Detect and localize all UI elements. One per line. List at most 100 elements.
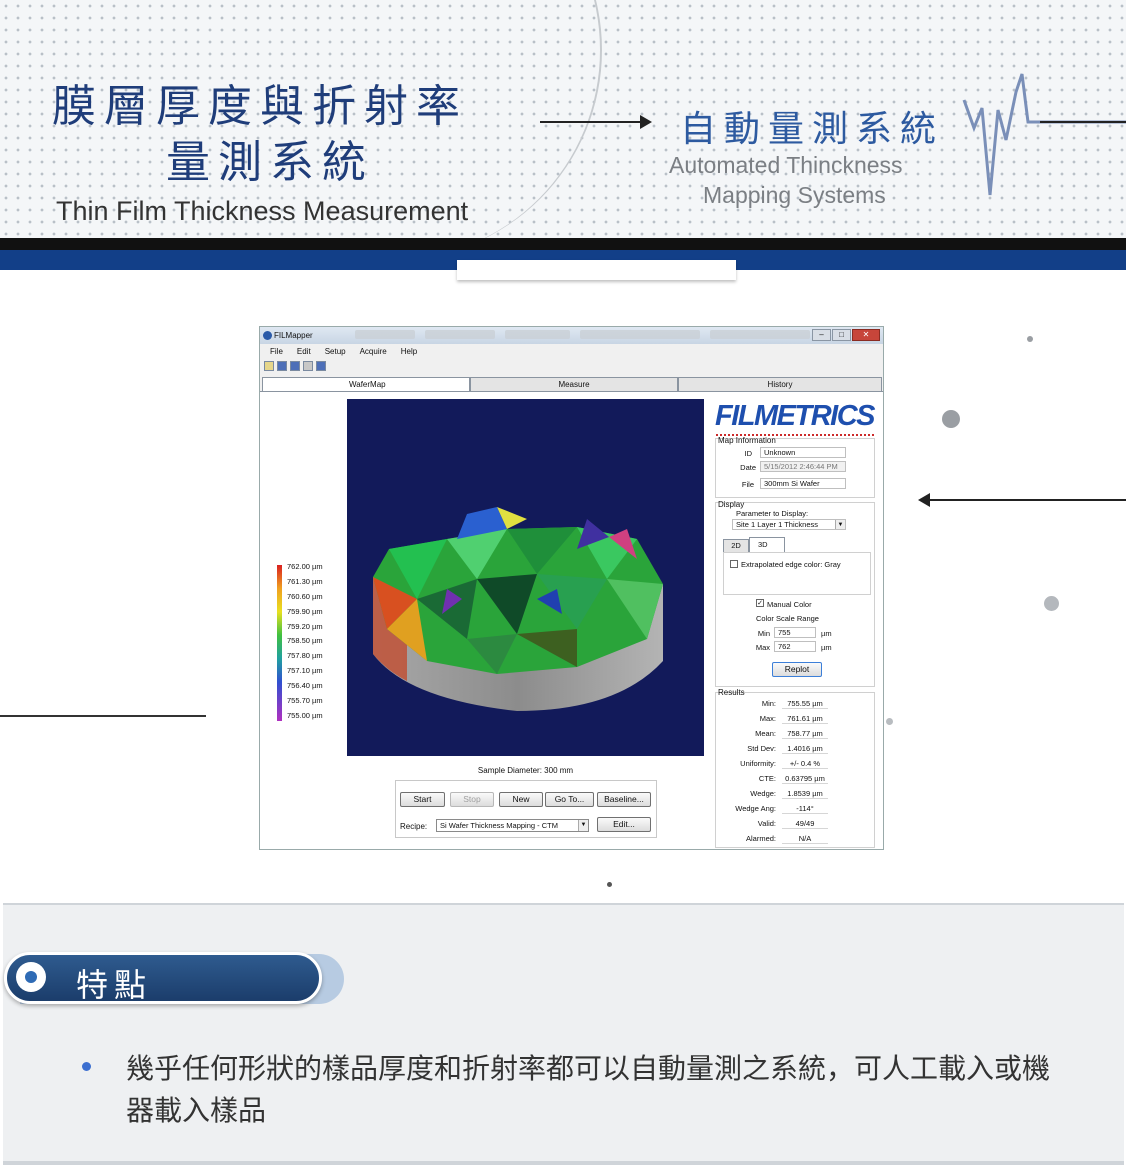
manual-color-label: Manual Color [767, 600, 812, 609]
copy-icon[interactable] [303, 361, 313, 371]
legend-label: 758.50 µm [287, 636, 323, 646]
open-folder-icon[interactable] [264, 361, 274, 371]
result-value: N/A [782, 833, 828, 844]
result-value: 1.4016 µm [782, 743, 828, 754]
decor-dot [1044, 596, 1059, 611]
arrow-right-icon [540, 121, 646, 123]
wafer-render [373, 507, 663, 711]
wafermap-panel: 762.00 µm 761.30 µm 760.60 µm 759.90 µm … [260, 391, 883, 849]
id-field: Unknown [760, 447, 846, 458]
legend-label: 759.90 µm [287, 606, 323, 616]
baseline-button[interactable]: Baseline... [597, 792, 651, 807]
start-button[interactable]: Start [400, 792, 445, 807]
result-value: 755.55 µm [782, 698, 828, 709]
result-label: Wedge Ang: [735, 804, 776, 813]
results-title: Results [718, 688, 745, 697]
max-field[interactable]: 762 [774, 641, 816, 652]
taskbar-blur [580, 330, 700, 339]
print-icon[interactable] [290, 361, 300, 371]
window-controls: – □ ✕ [812, 329, 880, 341]
result-value: +/- 0.4 % [782, 758, 828, 769]
param-select[interactable]: Site 1 Layer 1 Thickness ▼ [732, 519, 846, 530]
result-label: Wedge: [750, 789, 776, 798]
feature-item: 幾乎任何形狀的樣品厚度和折射率都可以自動量測之系統，可人工載入或機器載入樣品 [126, 1052, 1051, 1127]
signal-wave-icon [962, 73, 1126, 196]
max-unit: µm [821, 643, 832, 652]
result-label: Alarmed: [745, 834, 776, 843]
tab-2d[interactable]: 2D [723, 539, 749, 552]
wafer-map-3d[interactable] [347, 399, 704, 756]
tab-history[interactable]: History [678, 377, 882, 392]
result-value: 1.8539 µm [782, 788, 828, 799]
chevron-down-icon: ▼ [835, 520, 845, 529]
taskbar-blur [425, 330, 495, 339]
result-label: Uniformity: [740, 759, 776, 768]
goto-button[interactable]: Go To... [545, 792, 594, 807]
subtitle-en-line1: Automated Thinckness [669, 152, 903, 178]
menu-edit[interactable]: Edit [297, 345, 311, 359]
title-cn-line1: 膜層厚度與折射率 [52, 81, 468, 132]
recipe-select[interactable]: Si Wafer Thickness Mapping - CTM ▼ [436, 819, 589, 832]
bullet-icon [82, 1062, 91, 1071]
taskbar-blur [355, 330, 415, 339]
chevron-down-icon: ▼ [578, 820, 588, 831]
tab-wafermap[interactable]: WaferMap [262, 377, 470, 392]
display-title: Display [718, 500, 745, 509]
max-label: Max [755, 643, 770, 652]
new-button[interactable]: New [499, 792, 543, 807]
save-icon[interactable] [277, 361, 287, 371]
minimize-button[interactable]: – [812, 329, 831, 341]
menu-help[interactable]: Help [401, 345, 417, 359]
decor-dot [1027, 336, 1033, 342]
title-en: Thin Film Thickness Measurement [56, 196, 469, 226]
recipe-value: Si Wafer Thickness Mapping - CTM [440, 821, 558, 830]
decor-dot [607, 882, 612, 887]
sample-diameter: Sample Diameter: 300 mm [477, 766, 574, 775]
result-value: -114° [782, 803, 828, 814]
result-value: 49/49 [782, 818, 828, 829]
menu-file[interactable]: File [270, 345, 283, 359]
manual-color-checkbox[interactable]: ✓ [756, 599, 764, 607]
legend-label: 757.80 µm [287, 651, 323, 661]
edit-button[interactable]: Edit... [597, 817, 651, 832]
menu-setup[interactable]: Setup [325, 345, 346, 359]
features-heading-pill [4, 952, 322, 1004]
result-label: Max: [759, 714, 776, 723]
legend-label: 761.30 µm [287, 576, 323, 586]
stop-button[interactable]: Stop [450, 792, 494, 807]
result-label: Min: [761, 699, 776, 708]
result-label: Valid: [757, 819, 776, 828]
decor-dot [942, 410, 960, 428]
menu-bar: File Edit Setup Acquire Help [260, 345, 883, 359]
header-band-dark [0, 238, 1126, 250]
tab-measure[interactable]: Measure [470, 377, 678, 392]
close-button[interactable]: ✕ [852, 329, 880, 341]
legend-label: 756.40 µm [287, 681, 323, 691]
param-label: Parameter to Display: [736, 509, 809, 518]
param-value: Site 1 Layer 1 Thickness [736, 520, 818, 529]
replot-button[interactable]: Replot [772, 662, 822, 677]
export-icon[interactable] [316, 361, 326, 371]
subtitle-en-line2: Mapping Systems [703, 182, 886, 208]
legend-labels: 762.00 µm 761.30 µm 760.60 µm 759.90 µm … [287, 560, 347, 724]
min-field[interactable]: 755 [774, 627, 816, 638]
features-bottom-border [3, 1161, 1124, 1165]
arrow-left-head-icon [918, 493, 930, 507]
menu-acquire[interactable]: Acquire [360, 345, 387, 359]
header-tab [457, 260, 736, 280]
maximize-button[interactable]: □ [832, 329, 851, 341]
date-field: 5/15/2012 2:46:44 PM [760, 461, 846, 472]
app-window: FILMapper – □ ✕ File Edit Setup Acquire … [259, 326, 884, 850]
legend-label: 755.00 µm [287, 710, 323, 720]
file-field: 300mm Si Wafer [760, 478, 846, 489]
min-unit: µm [821, 629, 832, 638]
recipe-label: Recipe: [400, 822, 428, 831]
result-label: CTE: [758, 774, 776, 783]
legend-label: 755.70 µm [287, 696, 323, 706]
tab-3d[interactable]: 3D [749, 537, 785, 552]
arrow-left-icon [926, 499, 1126, 501]
app-icon [263, 331, 272, 340]
extrapolated-checkbox[interactable] [730, 560, 738, 568]
features-heading: 特點 [76, 966, 153, 1004]
date-label: Date [740, 463, 756, 472]
